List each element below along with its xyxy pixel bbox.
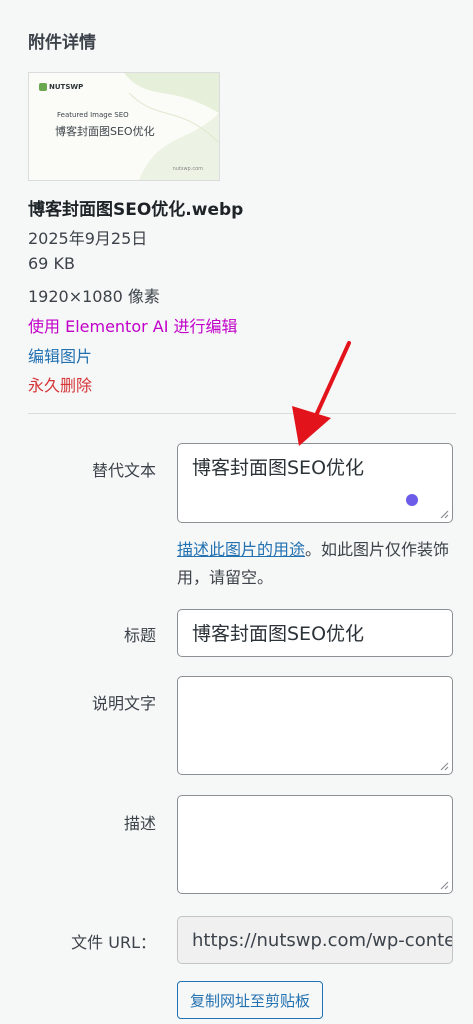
caption-label: 说明文字 [91,694,156,713]
file-url-label: 文件 URL： [71,933,156,952]
resize-grip-icon[interactable] [439,880,449,890]
description-textarea[interactable] [177,795,453,894]
title-value: 博客封面图SEO优化 [192,623,365,645]
thumbnail-brand-logo: NUTSWP [39,83,83,91]
describe-image-purpose-link[interactable]: 描述此图片的用途 [177,540,305,559]
resize-grip-icon[interactable] [439,761,449,771]
attachment-thumbnail[interactable]: NUTSWP Featured Image SEO 博客封面图SEO优化 nut… [28,72,220,181]
edit-image-link[interactable]: 编辑图片 [28,343,92,367]
attachment-details-title: 附件详情 [28,33,96,53]
image-dimensions: 1920×1080 像素 [28,287,160,306]
alt-text-label: 替代文本 [91,461,156,480]
title-input[interactable]: 博客封面图SEO优化 [177,609,453,657]
file-url-input[interactable]: https://nutswp.com/wp-content/uploads/20… [177,916,453,964]
delete-permanently-link[interactable]: 永久删除 [28,372,92,396]
thumbnail-subtitle: Featured Image SEO [57,111,129,119]
file-url-value: https://nutswp.com/wp-content/uploads/20… [192,930,453,951]
copy-url-button[interactable]: 复制网址至剪贴板 [177,981,324,1019]
file-name: 博客封面图SEO优化.webp [28,200,244,220]
edit-with-elementor-ai-link[interactable]: 使用 Elementor AI 进行编辑 [28,313,238,337]
alt-text-help: 描述此图片的用途。如此图片仅作装饰用，请留空。 [177,536,457,592]
alt-text-value: 博客封面图SEO优化 [192,457,365,479]
file-size: 69 KB [28,254,75,273]
divider [28,413,456,414]
thumbnail-footer: nutswp.com [172,166,203,172]
alt-text-textarea[interactable]: 博客封面图SEO优化 [177,443,453,523]
upload-date: 2025年9月25日 [28,229,148,248]
description-label: 描述 [123,814,156,833]
caption-textarea[interactable] [177,676,453,775]
title-label: 标题 [123,626,156,645]
resize-grip-icon[interactable] [439,509,449,519]
thumbnail-title: 博客封面图SEO优化 [55,125,155,138]
grammar-assistant-dot-icon[interactable] [406,494,418,506]
